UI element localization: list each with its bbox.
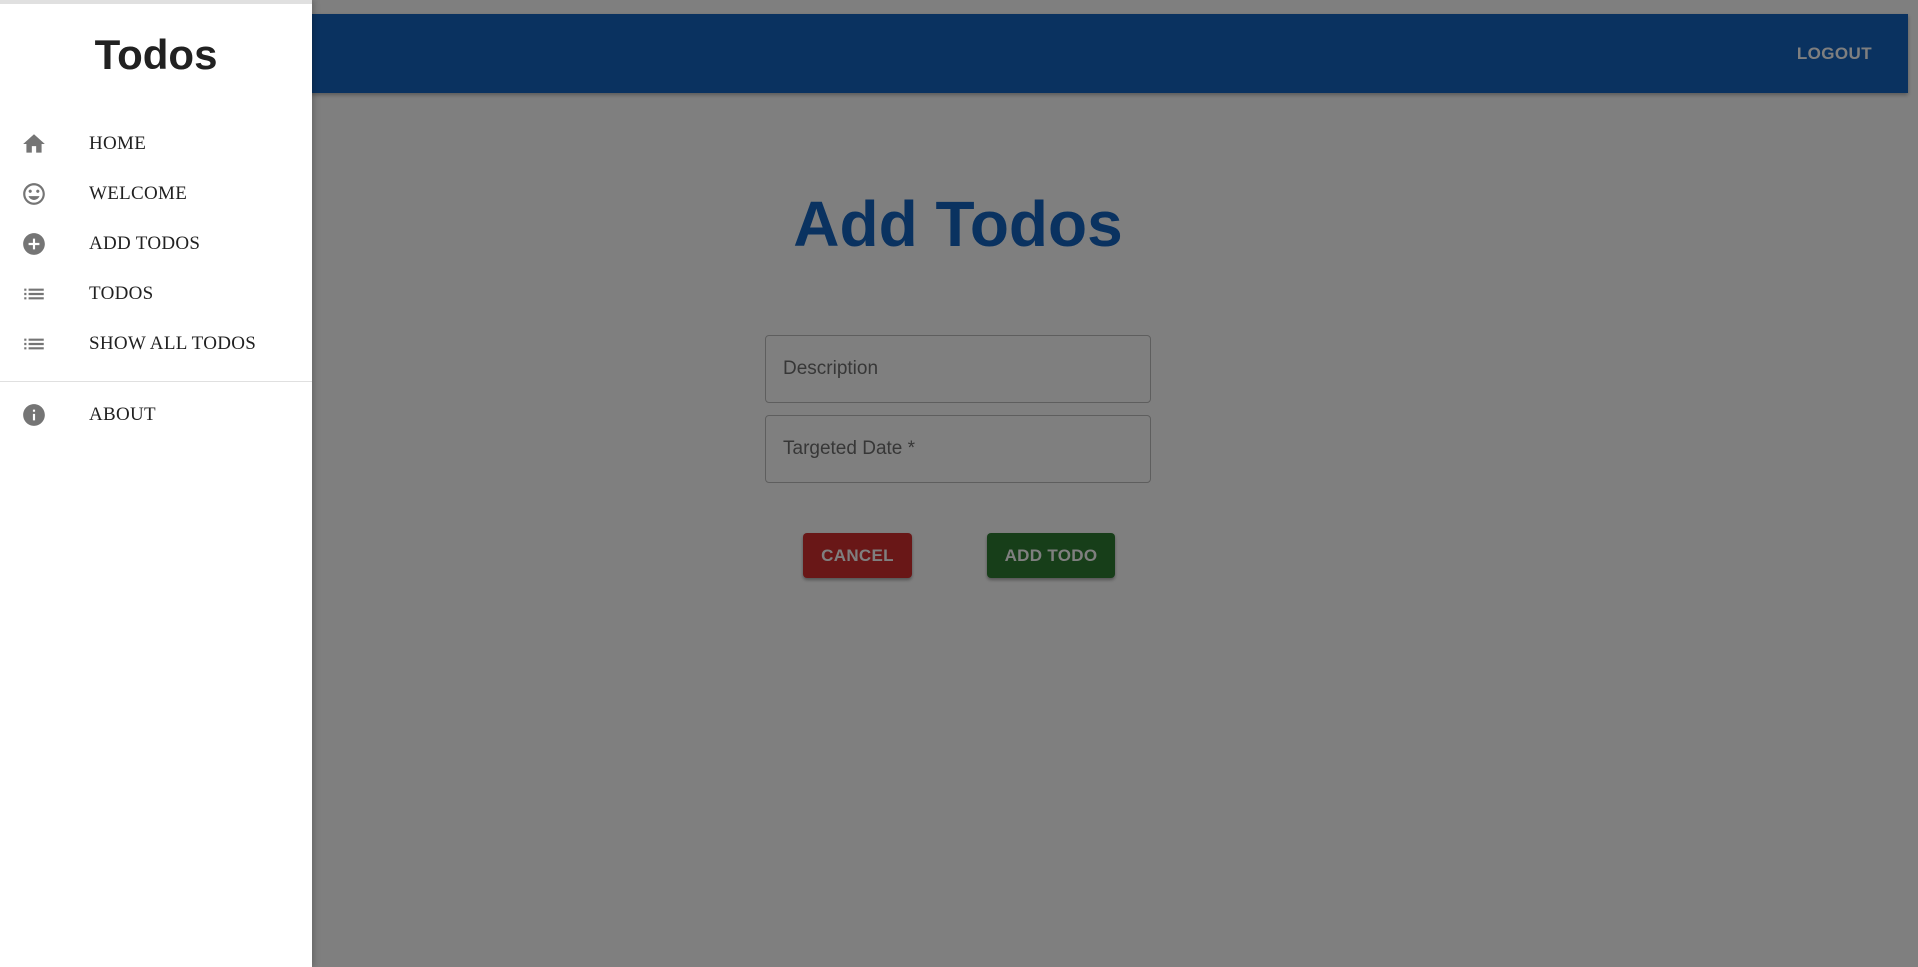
drawer-item-home[interactable]: HOME — [0, 119, 312, 169]
drawer-item-label: ABOUT — [89, 404, 156, 425]
drawer-item-add-todos[interactable]: ADD TODOS — [0, 219, 312, 269]
navigation-drawer: Todos HOME WELCOME ADD TODOS TODOS SHOW … — [0, 0, 312, 967]
drawer-item-label: TODOS — [89, 283, 154, 304]
drawer-item-label: HOME — [89, 133, 147, 154]
smiley-face-icon — [21, 181, 47, 207]
list-icon — [21, 281, 47, 307]
page: LOGOUT Add Todos CANCEL ADD TODO Todos H… — [0, 0, 1918, 967]
drawer-item-label: SHOW ALL TODOS — [89, 333, 257, 354]
drawer-item-label: WELCOME — [89, 183, 188, 204]
drawer-divider — [0, 381, 312, 382]
drawer-item-welcome[interactable]: WELCOME — [0, 169, 312, 219]
drawer-item-label: ADD TODOS — [89, 233, 201, 254]
info-icon — [21, 402, 47, 428]
add-circle-icon — [21, 231, 47, 257]
drawer-item-about[interactable]: ABOUT — [0, 390, 312, 440]
drawer-item-todos[interactable]: TODOS — [0, 269, 312, 319]
drawer-nav-list: HOME WELCOME ADD TODOS TODOS SHOW ALL TO… — [0, 96, 312, 369]
drawer-secondary-list: ABOUT — [0, 390, 312, 440]
drawer-item-show-all-todos[interactable]: SHOW ALL TODOS — [0, 319, 312, 369]
list-icon — [21, 331, 47, 357]
drawer-title: Todos — [94, 31, 218, 78]
home-icon — [21, 131, 47, 157]
